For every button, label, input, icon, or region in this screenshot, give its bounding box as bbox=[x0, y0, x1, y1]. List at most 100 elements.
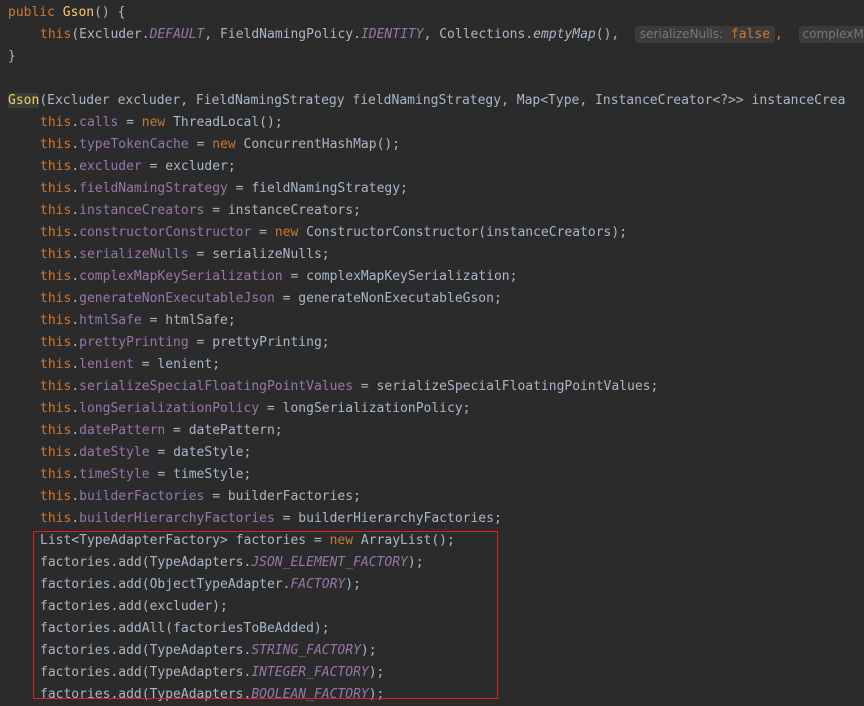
code-text: } bbox=[8, 49, 16, 64]
code-text: () { bbox=[94, 5, 126, 20]
code-line: } bbox=[0, 46, 864, 68]
code-text: = excluder; bbox=[141, 159, 236, 174]
field-name: builderFactories bbox=[79, 489, 205, 504]
code-line: this.builderFactories = builderFactories… bbox=[0, 486, 864, 508]
constructor-name: Gson bbox=[62, 5, 95, 20]
code-text: factories.add(TypeAdapters. bbox=[40, 687, 252, 702]
code-line: factories.add(TypeAdapters.JSON_ELEMENT_… bbox=[0, 552, 864, 574]
field-name: datePattern bbox=[79, 423, 166, 438]
code-text: = datePattern; bbox=[165, 423, 283, 438]
constant: STRING_FACTORY bbox=[251, 643, 361, 658]
code-text: factories.add(TypeAdapters. bbox=[40, 643, 252, 658]
code-text: . bbox=[71, 357, 80, 372]
code-text: . bbox=[71, 291, 80, 306]
keyword: this bbox=[40, 379, 72, 394]
code-line: this.longSerializationPolicy = longSeria… bbox=[0, 398, 864, 420]
field-name: excluder bbox=[79, 159, 142, 174]
code-text: = lenient; bbox=[133, 357, 221, 372]
keyword: this bbox=[40, 357, 72, 372]
code-text: . bbox=[71, 313, 80, 328]
field-name: lenient bbox=[79, 357, 134, 372]
constant: BOOLEAN_FACTORY bbox=[251, 687, 369, 702]
constant: DEFAULT bbox=[149, 27, 205, 42]
field-name: htmlSafe bbox=[79, 313, 142, 328]
keyword: new bbox=[212, 137, 236, 152]
keyword: public bbox=[8, 5, 55, 20]
code-text: factories.addAll(factoriesToBeAdded); bbox=[40, 621, 330, 636]
field-name: longSerializationPolicy bbox=[79, 401, 260, 416]
code-text: . bbox=[71, 181, 80, 196]
code-text: (Excluder excluder, FieldNamingStrategy … bbox=[39, 93, 846, 108]
code-line: this.dateStyle = dateStyle; bbox=[0, 442, 864, 464]
method-call: emptyMap bbox=[533, 27, 596, 42]
code-text: ); bbox=[407, 555, 424, 570]
code-editor[interactable]: public Gson() { this(Excluder.DEFAULT, F… bbox=[0, 0, 864, 702]
keyword: this bbox=[40, 203, 72, 218]
constant: IDENTITY bbox=[360, 27, 424, 42]
field-name: typeTokenCache bbox=[79, 137, 189, 152]
keyword: this bbox=[40, 335, 72, 350]
keyword: this bbox=[40, 159, 72, 174]
code-text: = bbox=[188, 137, 213, 152]
code-text: = bbox=[251, 225, 275, 240]
code-line: this.lenient = lenient; bbox=[0, 354, 864, 376]
code-line: this.typeTokenCache = new ConcurrentHash… bbox=[0, 134, 864, 156]
code-text: . bbox=[71, 225, 80, 240]
field-name: builderHierarchyFactories bbox=[79, 511, 275, 526]
keyword: new bbox=[274, 225, 299, 240]
field-name: timeStyle bbox=[79, 467, 150, 482]
field-name: serializeSpecialFloatingPointValues bbox=[79, 379, 354, 394]
code-line: this(Excluder.DEFAULT, FieldNamingPolicy… bbox=[0, 24, 864, 46]
field-name: complexMapKeySerialization bbox=[79, 269, 283, 284]
code-text: . bbox=[71, 401, 80, 416]
code-text: = builderFactories; bbox=[204, 489, 361, 504]
code-line: this.serializeNulls = serializeNulls; bbox=[0, 244, 864, 266]
code-line: factories.add(ObjectTypeAdapter.FACTORY)… bbox=[0, 574, 864, 596]
code-text: . bbox=[71, 489, 80, 504]
code-text: = serializeNulls; bbox=[188, 247, 330, 262]
code-text: , FieldNamingPolicy. bbox=[204, 27, 361, 42]
code-text: . bbox=[71, 379, 80, 394]
code-line: this.fieldNamingStrategy = fieldNamingSt… bbox=[0, 178, 864, 200]
code-text: . bbox=[71, 335, 80, 350]
code-line: this.timeStyle = timeStyle; bbox=[0, 464, 864, 486]
code-text: ConcurrentHashMap(); bbox=[235, 137, 401, 152]
code-text: . bbox=[71, 115, 80, 130]
field-name: instanceCreators bbox=[79, 203, 205, 218]
constant: JSON_ELEMENT_FACTORY bbox=[251, 555, 408, 570]
code-line: this.datePattern = datePattern; bbox=[0, 420, 864, 442]
constant: INTEGER_FACTORY bbox=[251, 665, 369, 680]
code-text: ); bbox=[368, 665, 385, 680]
constructor-name: Gson bbox=[8, 93, 40, 108]
code-line: this.builderHierarchyFactories = builder… bbox=[0, 508, 864, 530]
parameter-hint-value: false bbox=[730, 27, 771, 42]
code-text: ); bbox=[360, 643, 377, 658]
code-line: this.instanceCreators = instanceCreators… bbox=[0, 200, 864, 222]
code-text: . bbox=[71, 269, 80, 284]
code-text: . bbox=[71, 511, 80, 526]
keyword: this bbox=[40, 27, 72, 42]
code-text: . bbox=[71, 445, 80, 460]
keyword: this bbox=[40, 225, 72, 240]
keyword: new bbox=[329, 533, 354, 548]
code-text: (), bbox=[595, 27, 628, 42]
keyword: this bbox=[40, 313, 72, 328]
keyword: this bbox=[40, 247, 72, 262]
code-text: = prettyPrinting; bbox=[188, 335, 330, 350]
keyword: this bbox=[40, 181, 72, 196]
code-line: this.excluder = excluder; bbox=[0, 156, 864, 178]
code-line: Gson(Excluder excluder, FieldNamingStrat… bbox=[0, 90, 864, 112]
code-line: factories.add(TypeAdapters.BOOLEAN_FACTO… bbox=[0, 684, 864, 706]
code-line: List<TypeAdapterFactory> factories = new… bbox=[0, 530, 864, 552]
field-name: constructorConstructor bbox=[79, 225, 252, 240]
keyword: this bbox=[40, 423, 72, 438]
code-text: factories.add(excluder); bbox=[40, 599, 228, 614]
code-line: factories.addAll(factoriesToBeAdded); bbox=[0, 618, 864, 640]
code-text: (Excluder. bbox=[71, 27, 150, 42]
field-name: fieldNamingStrategy bbox=[79, 181, 228, 196]
code-line: factories.add(TypeAdapters.INTEGER_FACTO… bbox=[0, 662, 864, 684]
code-line: factories.add(TypeAdapters.STRING_FACTOR… bbox=[0, 640, 864, 662]
code-text: = instanceCreators; bbox=[204, 203, 361, 218]
field-name: prettyPrinting bbox=[79, 335, 189, 350]
code-text: factories.add(ObjectTypeAdapter. bbox=[40, 577, 291, 592]
